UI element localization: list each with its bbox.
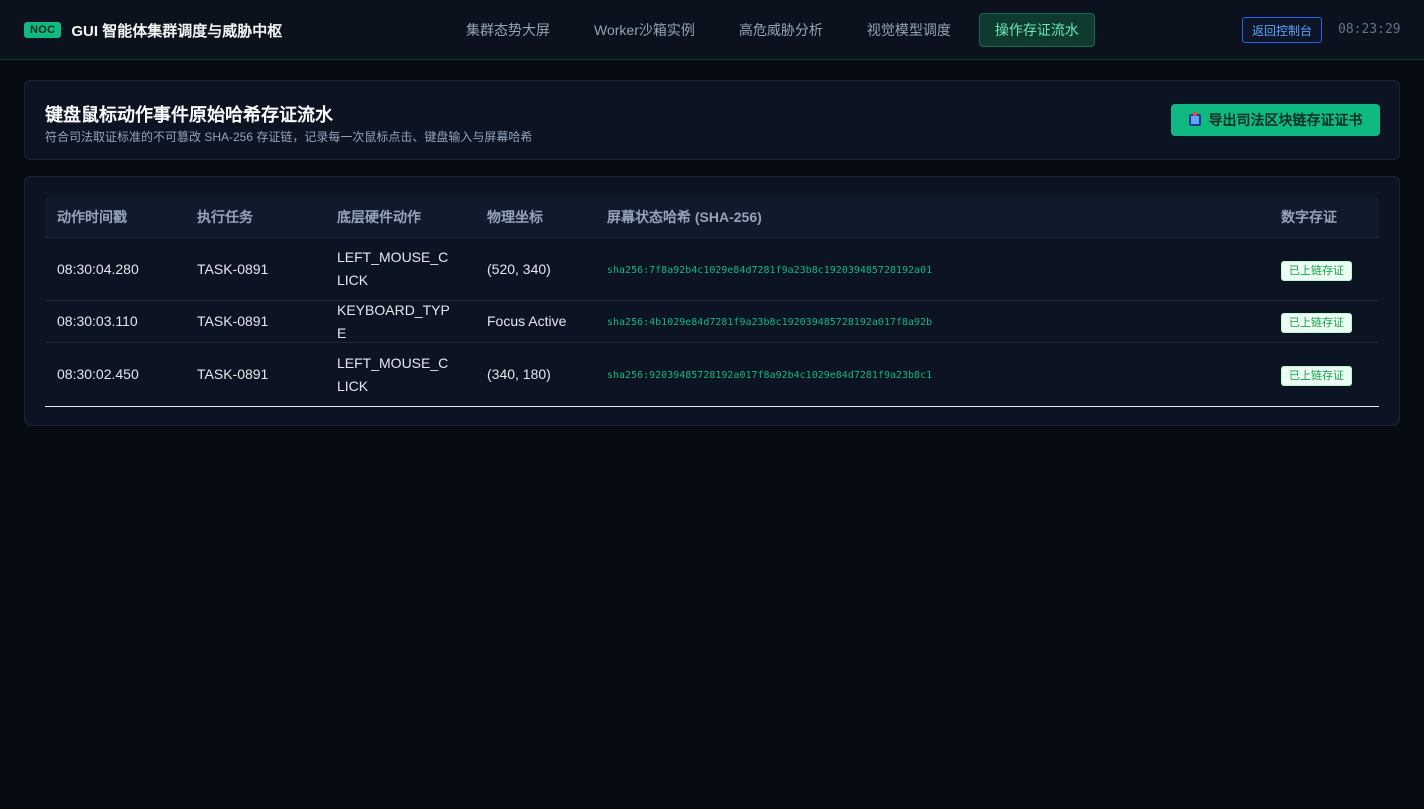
cell-action: KEYBOARD_TYPE <box>337 301 450 341</box>
cell-hash: sha256:92039485728192a017f8a92b4c1029e84… <box>607 370 933 381</box>
noc-badge: NOC <box>24 22 62 38</box>
app-title: GUI 智能体集群调度与威胁中枢 <box>71 22 283 40</box>
table-row[interactable]: 08:30:03.110 TASK-0891 KEYBOARD_TYPE Foc… <box>45 301 1379 343</box>
cell-action: LEFT_MOUSE_CLICK <box>337 249 449 288</box>
page-title: 键盘鼠标动作事件原始哈希存证流水 <box>45 105 333 125</box>
tab-operation-evidence[interactable]: 操作存证流水 <box>978 13 1095 47</box>
column-header-time: 动作时间戳 <box>57 209 127 225</box>
cell-status: 已上链存证 <box>1269 258 1379 281</box>
cell-hash: sha256:7f8a92b4c1029e84d7281f9a23b8c1920… <box>607 264 933 276</box>
cell-coord: Focus Active <box>487 313 567 329</box>
tab-threat-analysis[interactable]: 高危威胁分析 <box>723 13 839 47</box>
cell-time: 08:30:04.280 <box>57 260 139 277</box>
cell-coord: (340, 180) <box>487 366 551 382</box>
cell-hash-wrap: sha256:4b1029e84d7281f9a23b8c19203948572… <box>595 309 1269 334</box>
top-bar: NOC GUI 智能体集群调度与威胁中枢 集群态势大屏 Worker沙箱实例 高… <box>0 0 1424 60</box>
column-header-status: 数字存证 <box>1281 209 1337 225</box>
table-row[interactable]: 08:30:04.280 TASK-0891 LEFT_MOUSE_CLICK … <box>45 238 1379 301</box>
tab-vision-model[interactable]: 视觉模型调度 <box>851 13 967 47</box>
column-header-hash: 屏幕状态哈希 (SHA-256) <box>607 209 762 225</box>
cell-hash-wrap: sha256:7f8a92b4c1029e84d7281f9a23b8c1920… <box>595 257 1269 282</box>
status-badge: 已上链存证 <box>1281 260 1352 281</box>
clock: 08:23:29 <box>1338 22 1401 37</box>
evidence-table: 动作时间戳 执行任务 底层硬件动作 物理坐标 屏幕状态哈希 (SHA-256) … <box>45 197 1379 407</box>
page-subtitle: 符合司法取证标准的不可篡改 SHA-256 存证链，记录每一次鼠标点击、键盘输入… <box>45 130 533 144</box>
cell-time: 08:30:03.110 <box>57 313 138 329</box>
status-badge: 已上链存证 <box>1281 313 1352 333</box>
cell-hash-wrap: sha256:92039485728192a017f8a92b4c1029e84… <box>595 362 1269 387</box>
evidence-table-panel: 动作时间戳 执行任务 底层硬件动作 物理坐标 屏幕状态哈希 (SHA-256) … <box>24 176 1400 426</box>
cell-task: TASK-0891 <box>197 366 269 382</box>
status-badge: 已上链存证 <box>1281 366 1352 386</box>
cell-coord: (520, 340) <box>487 260 551 277</box>
table-row[interactable]: 08:30:02.450 TASK-0891 LEFT_MOUSE_CLICK … <box>45 343 1379 406</box>
column-header-action: 底层硬件动作 <box>337 209 421 225</box>
cell-action: LEFT_MOUSE_CLICK <box>337 354 449 394</box>
back-to-console-button[interactable]: 返回控制台 <box>1242 17 1323 43</box>
main-nav: 集群态势大屏 Worker沙箱实例 高危威胁分析 视觉模型调度 操作存证流水 <box>450 13 1107 47</box>
cell-hash: sha256:4b1029e84d7281f9a23b8c19203948572… <box>607 317 933 328</box>
tab-cluster-overview[interactable]: 集群态势大屏 <box>450 13 566 47</box>
cell-task: TASK-0891 <box>197 313 269 329</box>
cell-status: 已上链存证 <box>1269 310 1379 333</box>
printer-icon <box>1188 112 1201 126</box>
table-header-row: 动作时间戳 执行任务 底层硬件动作 物理坐标 屏幕状态哈希 (SHA-256) … <box>45 197 1379 238</box>
column-header-coord: 物理坐标 <box>487 209 543 225</box>
cell-task: TASK-0891 <box>197 260 269 277</box>
export-button-label: 导出司法区块链存证证书 <box>1208 112 1363 128</box>
export-certificate-button[interactable]: 导出司法区块链存证证书 <box>1171 104 1380 136</box>
brand: NOC GUI 智能体集群调度与威胁中枢 <box>24 0 282 60</box>
page-header-panel: 键盘鼠标动作事件原始哈希存证流水 符合司法取证标准的不可篡改 SHA-256 存… <box>24 80 1400 160</box>
cell-status: 已上链存证 <box>1269 363 1379 386</box>
cell-time: 08:30:02.450 <box>57 366 139 382</box>
column-header-task: 执行任务 <box>197 209 253 225</box>
tab-worker-sandbox[interactable]: Worker沙箱实例 <box>578 13 711 47</box>
